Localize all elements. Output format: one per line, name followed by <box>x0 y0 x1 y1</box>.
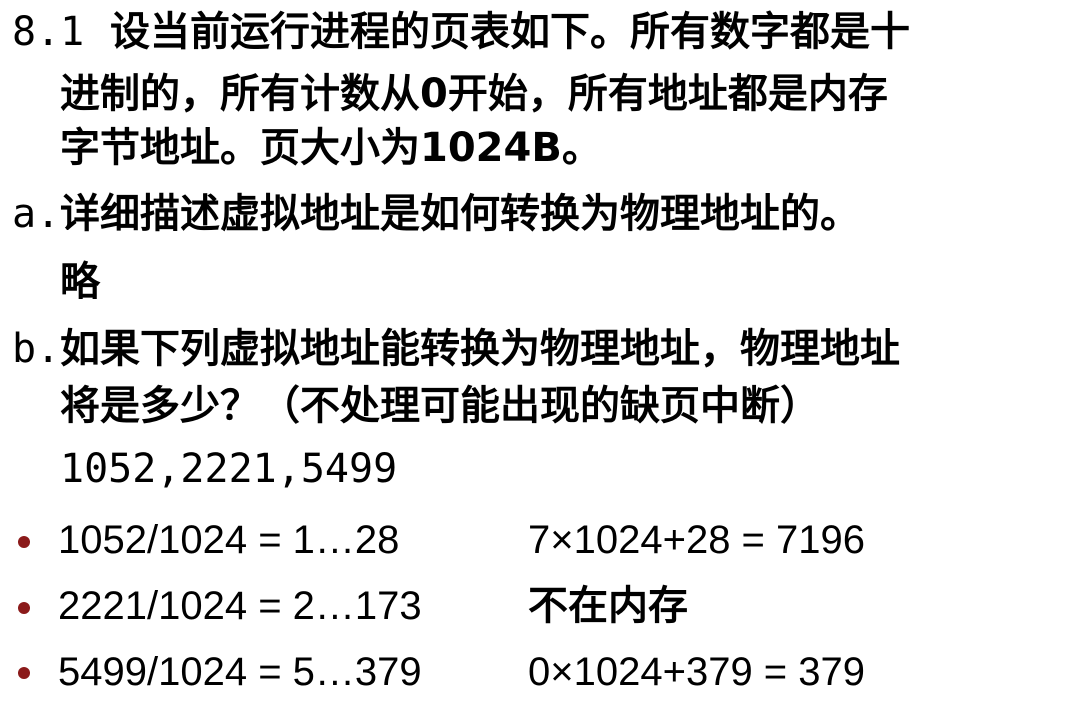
problem-number: 8.1 <box>12 9 85 55</box>
part-b-question-line-1: 如果下列虚拟地址能转换为物理地址，物理地址 <box>60 326 900 372</box>
part-a-question: 详细描述虚拟地址是如何转换为物理地址的。 <box>60 191 860 237</box>
problem-statement-line-2: 进制的，所有计数从0开始，所有地址都是内存 <box>60 71 888 117</box>
problem-statement-line-1: 设当前运行进程的页表如下。所有数字都是十 <box>110 9 910 55</box>
bullet-marker <box>18 602 30 614</box>
problem-statement-line-3: 字节地址。页大小为1024B。 <box>60 125 602 171</box>
result-outcome: 7×1024+28 = 7196 <box>528 518 866 562</box>
part-b-label: b. <box>12 326 61 372</box>
part-b-question-line-2: 将是多少？（不处理可能出现的缺页中断） <box>60 383 820 429</box>
part-a-answer: 略 <box>60 259 100 305</box>
result-division: 2221/1024 = 2…173 <box>58 584 422 628</box>
result-division: 5499/1024 = 5…379 <box>58 650 422 694</box>
part-a-label: a. <box>12 191 61 237</box>
part-b-addresses: 1052,2221,5499 <box>60 446 398 492</box>
result-outcome: 0×1024+379 = 379 <box>528 650 866 694</box>
bullet-marker <box>18 667 30 679</box>
result-outcome: 不在内存 <box>528 583 688 629</box>
bullet-marker <box>18 536 30 548</box>
slide: 8.1 设当前运行进程的页表如下。所有数字都是十 进制的，所有计数从0开始，所有… <box>0 0 1074 720</box>
result-division: 1052/1024 = 1…28 <box>58 518 400 562</box>
